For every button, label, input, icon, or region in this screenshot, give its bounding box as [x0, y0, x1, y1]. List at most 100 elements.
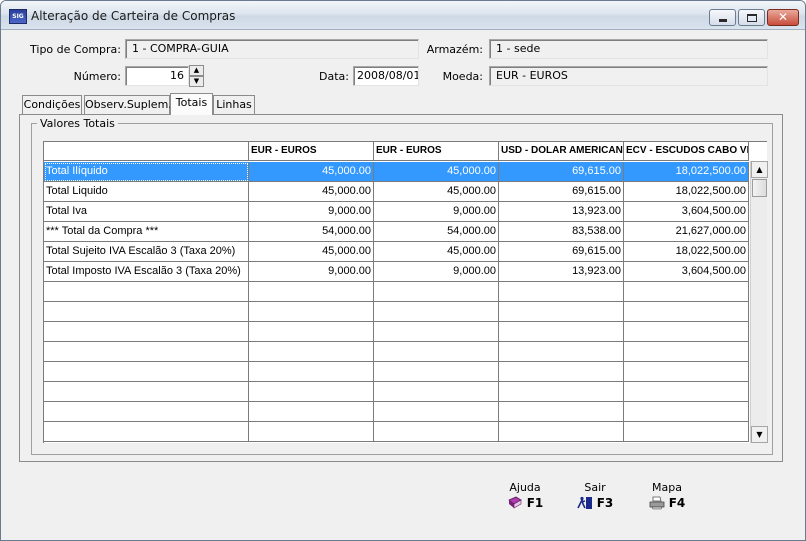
row-label-cell[interactable]	[44, 402, 249, 422]
scroll-up-button[interactable]: ▲	[751, 161, 768, 178]
numero-spin-up[interactable]: ▲	[189, 65, 204, 76]
value-cell[interactable]: 9,000.00	[374, 202, 499, 222]
value-cell[interactable]	[374, 362, 499, 382]
column-header[interactable]: ECV - ESCUDOS CABO VERDE	[624, 142, 749, 161]
value-cell[interactable]	[499, 302, 624, 322]
row-label-cell[interactable]: Total Sujeito IVA Escalão 3 (Taxa 20%)	[44, 242, 249, 262]
row-label-cell[interactable]	[44, 422, 249, 442]
row-label-cell[interactable]	[44, 362, 249, 382]
value-cell[interactable]	[624, 302, 749, 322]
value-cell[interactable]: 83,538.00	[499, 222, 624, 242]
value-cell[interactable]	[249, 402, 374, 422]
value-cell[interactable]: 45,000.00	[249, 162, 374, 182]
column-header[interactable]: EUR - EUROS	[249, 142, 374, 161]
data-input[interactable]: 2008/08/01	[353, 66, 419, 86]
table-row[interactable]: Total Liquido 45,000.00 45,000.00 69,615.00…	[44, 182, 767, 202]
value-cell[interactable]	[499, 402, 624, 422]
grid-vertical-scrollbar[interactable]: ▲ ▼	[750, 161, 768, 443]
table-row[interactable]: Total Imposto IVA Escalão 3 (Taxa 20%) 9,…	[44, 262, 767, 282]
value-cell[interactable]	[624, 402, 749, 422]
value-cell[interactable]	[374, 302, 499, 322]
value-cell[interactable]: 13,923.00	[499, 262, 624, 282]
value-cell[interactable]: 69,615.00	[499, 242, 624, 262]
value-cell[interactable]	[499, 362, 624, 382]
row-label-cell[interactable]	[44, 322, 249, 342]
value-cell[interactable]: 3,604,500.00	[624, 202, 749, 222]
value-cell[interactable]	[374, 342, 499, 362]
value-cell[interactable]: 9,000.00	[249, 202, 374, 222]
value-cell[interactable]: 69,615.00	[499, 162, 624, 182]
tab-observ-suplem[interactable]: Observ.Suplem.	[84, 95, 172, 114]
value-cell[interactable]: 69,615.00	[499, 182, 624, 202]
row-label-cell[interactable]: Total Liquido	[44, 182, 249, 202]
value-cell[interactable]: 3,604,500.00	[624, 262, 749, 282]
maximize-button[interactable]	[738, 9, 765, 26]
scroll-down-button[interactable]: ▼	[751, 426, 768, 443]
row-label-cell[interactable]: *** Total da Compra ***	[44, 222, 249, 242]
value-cell[interactable]: 9,000.00	[374, 262, 499, 282]
value-cell[interactable]: 45,000.00	[249, 242, 374, 262]
help-f1-button[interactable]: Ajuda F1	[505, 481, 545, 510]
table-row[interactable]	[44, 422, 767, 442]
scroll-thumb[interactable]	[752, 179, 767, 197]
table-row[interactable]	[44, 402, 767, 422]
value-cell[interactable]	[249, 342, 374, 362]
value-cell[interactable]: 13,923.00	[499, 202, 624, 222]
value-cell[interactable]	[249, 382, 374, 402]
value-cell[interactable]	[374, 322, 499, 342]
table-row[interactable]: Total Sujeito IVA Escalão 3 (Taxa 20%) 45…	[44, 242, 767, 262]
value-cell[interactable]: 54,000.00	[249, 222, 374, 242]
numero-input[interactable]: 16	[125, 66, 189, 86]
row-label-cell[interactable]: Total Ilíquido	[44, 162, 249, 182]
moeda-field[interactable]: EUR - EUROS	[489, 66, 768, 86]
row-label-cell[interactable]	[44, 302, 249, 322]
value-cell[interactable]: 9,000.00	[249, 262, 374, 282]
table-row[interactable]: Total Iva 9,000.00 9,000.00 13,923.00 3,604,…	[44, 202, 767, 222]
value-cell[interactable]: 54,000.00	[374, 222, 499, 242]
minimize-button[interactable]	[709, 9, 736, 26]
row-label-cell[interactable]: Total Iva	[44, 202, 249, 222]
value-cell[interactable]	[499, 322, 624, 342]
value-cell[interactable]	[624, 362, 749, 382]
armazem-field[interactable]: 1 - sede	[489, 39, 768, 59]
value-cell[interactable]: 45,000.00	[374, 162, 499, 182]
table-row[interactable]	[44, 362, 767, 382]
value-cell[interactable]	[249, 302, 374, 322]
value-cell[interactable]: 45,000.00	[374, 242, 499, 262]
tipo-compra-field[interactable]: 1 - COMPRA-GUIA	[125, 39, 419, 59]
column-header[interactable]: EUR - EUROS	[374, 142, 499, 161]
table-row[interactable]: *** Total da Compra *** 54,000.00 54,000.0…	[44, 222, 767, 242]
value-cell[interactable]: 45,000.00	[374, 182, 499, 202]
value-cell[interactable]	[499, 342, 624, 362]
value-cell[interactable]	[624, 322, 749, 342]
value-cell[interactable]: 21,627,000.00	[624, 222, 749, 242]
value-cell[interactable]	[624, 282, 749, 302]
tab-condicoes[interactable]: Condições	[22, 95, 82, 114]
value-cell[interactable]	[374, 382, 499, 402]
value-cell[interactable]	[249, 362, 374, 382]
close-button[interactable]: ✕	[767, 9, 799, 26]
totals-grid[interactable]: EUR - EUROS EUR - EUROS USD - DOLAR AMER…	[43, 141, 767, 443]
exit-f3-button[interactable]: Sair F3	[573, 481, 617, 510]
value-cell[interactable]	[374, 402, 499, 422]
numero-spin-down[interactable]: ▼	[189, 76, 204, 87]
tab-linhas[interactable]: Linhas	[213, 95, 255, 114]
table-row[interactable]	[44, 282, 767, 302]
tab-totais[interactable]: Totais	[170, 93, 213, 115]
table-row[interactable]	[44, 342, 767, 362]
row-label-cell[interactable]	[44, 282, 249, 302]
row-label-cell[interactable]	[44, 382, 249, 402]
value-cell[interactable]	[249, 422, 374, 442]
value-cell[interactable]	[374, 422, 499, 442]
value-cell[interactable]	[249, 282, 374, 302]
value-cell[interactable]	[249, 322, 374, 342]
row-label-cell[interactable]	[44, 342, 249, 362]
table-row[interactable]	[44, 322, 767, 342]
value-cell[interactable]: 18,022,500.00	[624, 242, 749, 262]
value-cell[interactable]	[624, 382, 749, 402]
table-row[interactable]	[44, 302, 767, 322]
value-cell[interactable]	[624, 342, 749, 362]
value-cell[interactable]	[499, 382, 624, 402]
value-cell[interactable]: 45,000.00	[249, 182, 374, 202]
value-cell[interactable]	[624, 422, 749, 442]
